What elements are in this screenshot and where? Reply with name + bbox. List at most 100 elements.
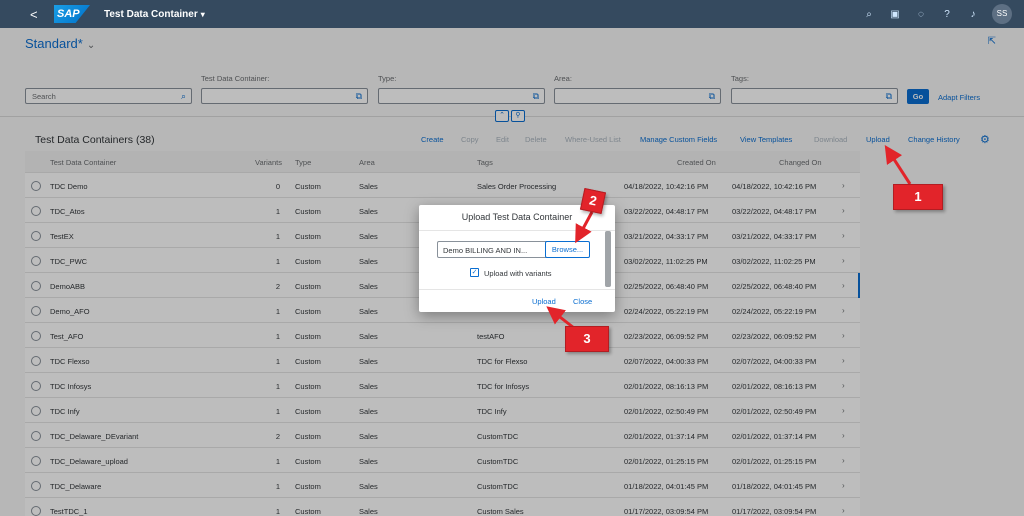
column-header[interactable]: Area: [359, 158, 375, 167]
cell-created: 02/01/2022, 01:25:15 PM: [624, 457, 709, 466]
checkbox-label: Upload with variants: [484, 269, 552, 278]
row-radio[interactable]: [31, 181, 41, 191]
chevron-right-icon[interactable]: ›: [842, 256, 845, 265]
row-radio[interactable]: [31, 356, 41, 366]
notification-icon[interactable]: ♪: [966, 9, 980, 20]
download-button[interactable]: Download: [814, 135, 847, 144]
chevron-right-icon[interactable]: ›: [842, 306, 845, 315]
row-radio[interactable]: [31, 256, 41, 266]
value-help-icon[interactable]: ⧉: [533, 91, 539, 102]
question-icon[interactable]: ?: [940, 9, 954, 20]
row-radio[interactable]: [31, 331, 41, 341]
upload-variants-checkbox[interactable]: ✓: [470, 268, 479, 277]
table-row[interactable]: TDC Flexso 1 Custom Sales TDC for Flexso 02/0…: [25, 348, 860, 373]
cell-name: TDC_Atos: [50, 207, 85, 216]
delete-button[interactable]: Delete: [525, 135, 547, 144]
app-title-menu[interactable]: Test Data Container ▾: [104, 9, 205, 20]
area-filter-input[interactable]: ⧉: [554, 88, 721, 104]
table-row[interactable]: TestTDC_1 1 Custom Sales Custom Sales 01/17/2…: [25, 498, 860, 516]
cell-type: Custom: [295, 232, 321, 241]
row-radio[interactable]: [31, 406, 41, 416]
dialog-upload-button[interactable]: Upload: [532, 297, 556, 306]
row-radio[interactable]: [31, 206, 41, 216]
table-row[interactable]: TDC Infosys 1 Custom Sales TDC for Infosys 02…: [25, 373, 860, 398]
cell-changed: 02/23/2022, 06:09:52 PM: [732, 332, 817, 341]
cell-name: TDC_PWC: [50, 257, 88, 266]
back-icon[interactable]: <: [30, 7, 50, 22]
row-radio[interactable]: [31, 281, 41, 291]
dialog-close-button[interactable]: Close: [573, 297, 592, 306]
adapt-filters-button[interactable]: Adapt Filters: [938, 93, 980, 102]
change-history-button[interactable]: Change History: [908, 135, 960, 144]
where-used-button[interactable]: Where-Used List: [565, 135, 621, 144]
chevron-right-icon[interactable]: ›: [842, 456, 845, 465]
cell-changed: 03/21/2022, 04:33:17 PM: [732, 232, 817, 241]
table-row[interactable]: TDC_Delaware_upload 1 Custom Sales CustomTDC…: [25, 448, 860, 473]
chevron-right-icon[interactable]: ›: [842, 206, 845, 215]
column-header[interactable]: Changed On: [779, 158, 822, 167]
browse-button[interactable]: Browse...: [545, 241, 590, 258]
search-icon[interactable]: ⌕: [181, 91, 186, 102]
table-row[interactable]: Test_AFO 1 Custom Sales testAFO 02/23/2022, 0…: [25, 323, 860, 348]
chevron-right-icon[interactable]: ›: [842, 481, 845, 490]
column-header[interactable]: Test Data Container: [50, 158, 116, 167]
row-radio[interactable]: [31, 431, 41, 441]
row-radio[interactable]: [31, 456, 41, 466]
copilot-icon[interactable]: ▣: [888, 9, 902, 20]
table-row[interactable]: TDC Infy 1 Custom Sales TDC Infy 02/01/2022, …: [25, 398, 860, 423]
container-filter-input[interactable]: ⧉: [201, 88, 368, 104]
search-input[interactable]: Search ⌕: [25, 88, 192, 104]
manage-custom-fields-button[interactable]: Manage Custom Fields: [640, 135, 717, 144]
column-header[interactable]: Created On: [677, 158, 716, 167]
chevron-right-icon[interactable]: ›: [842, 231, 845, 240]
chevron-right-icon[interactable]: ›: [842, 431, 845, 440]
cell-type: Custom: [295, 357, 321, 366]
chevron-right-icon[interactable]: ›: [842, 506, 845, 515]
value-help-icon[interactable]: ⧉: [886, 91, 892, 102]
chevron-right-icon[interactable]: ›: [842, 331, 845, 340]
edit-button[interactable]: Edit: [496, 135, 509, 144]
cell-area: Sales: [359, 432, 378, 441]
file-path-input[interactable]: Demo BILLING AND IN...: [437, 241, 560, 258]
chevron-right-icon[interactable]: ›: [842, 181, 845, 190]
row-radio[interactable]: [31, 506, 41, 516]
table-row[interactable]: TDC Demo 0 Custom Sales Sales Order Processi…: [25, 173, 860, 198]
create-button[interactable]: Create: [421, 135, 444, 144]
search-icon[interactable]: ⌕: [862, 9, 876, 20]
collapse-icon[interactable]: ⌃: [495, 110, 509, 122]
table-row[interactable]: TDC_Delaware 1 Custom Sales CustomTDC 01/18/2…: [25, 473, 860, 498]
upload-button[interactable]: Upload: [866, 135, 890, 144]
chevron-right-icon[interactable]: ›: [842, 381, 845, 390]
chevron-right-icon[interactable]: ›: [842, 356, 845, 365]
row-radio[interactable]: [31, 381, 41, 391]
cell-created: 02/01/2022, 08:16:13 PM: [624, 382, 709, 391]
row-radio[interactable]: [31, 306, 41, 316]
scrollbar[interactable]: [605, 231, 611, 287]
copy-button[interactable]: Copy: [461, 135, 479, 144]
table-row[interactable]: TDC_Delaware_DEvariant 2 Custom Sales Custom…: [25, 423, 860, 448]
value-help-icon[interactable]: ⧉: [709, 91, 715, 102]
cell-area: Sales: [359, 382, 378, 391]
cell-variants: 1: [275, 232, 280, 241]
help-icon[interactable]: ◌: [914, 9, 928, 20]
variant-selector[interactable]: Standard* ⌄: [25, 36, 95, 51]
settings-icon[interactable]: ⚙: [980, 133, 990, 146]
sap-logo[interactable]: SAP: [54, 5, 90, 23]
column-header[interactable]: Type: [295, 158, 311, 167]
tags-filter-input[interactable]: ⧉: [731, 88, 898, 104]
cell-tags: CustomTDC: [477, 432, 519, 441]
type-filter-input[interactable]: ⧉: [378, 88, 545, 104]
chevron-right-icon[interactable]: ›: [842, 281, 845, 290]
chevron-right-icon[interactable]: ›: [842, 406, 845, 415]
value-help-icon[interactable]: ⧉: [356, 91, 362, 102]
pin-icon[interactable]: ⚲: [511, 110, 525, 122]
column-header[interactable]: Tags: [477, 158, 493, 167]
avatar[interactable]: SS: [992, 4, 1012, 24]
column-header[interactable]: Variants: [255, 158, 282, 167]
share-icon[interactable]: ⇱: [988, 36, 996, 47]
row-radio[interactable]: [31, 231, 41, 241]
row-radio[interactable]: [31, 481, 41, 491]
go-button[interactable]: Go: [907, 89, 929, 104]
divider: [419, 230, 615, 231]
view-templates-button[interactable]: View Templates: [740, 135, 792, 144]
